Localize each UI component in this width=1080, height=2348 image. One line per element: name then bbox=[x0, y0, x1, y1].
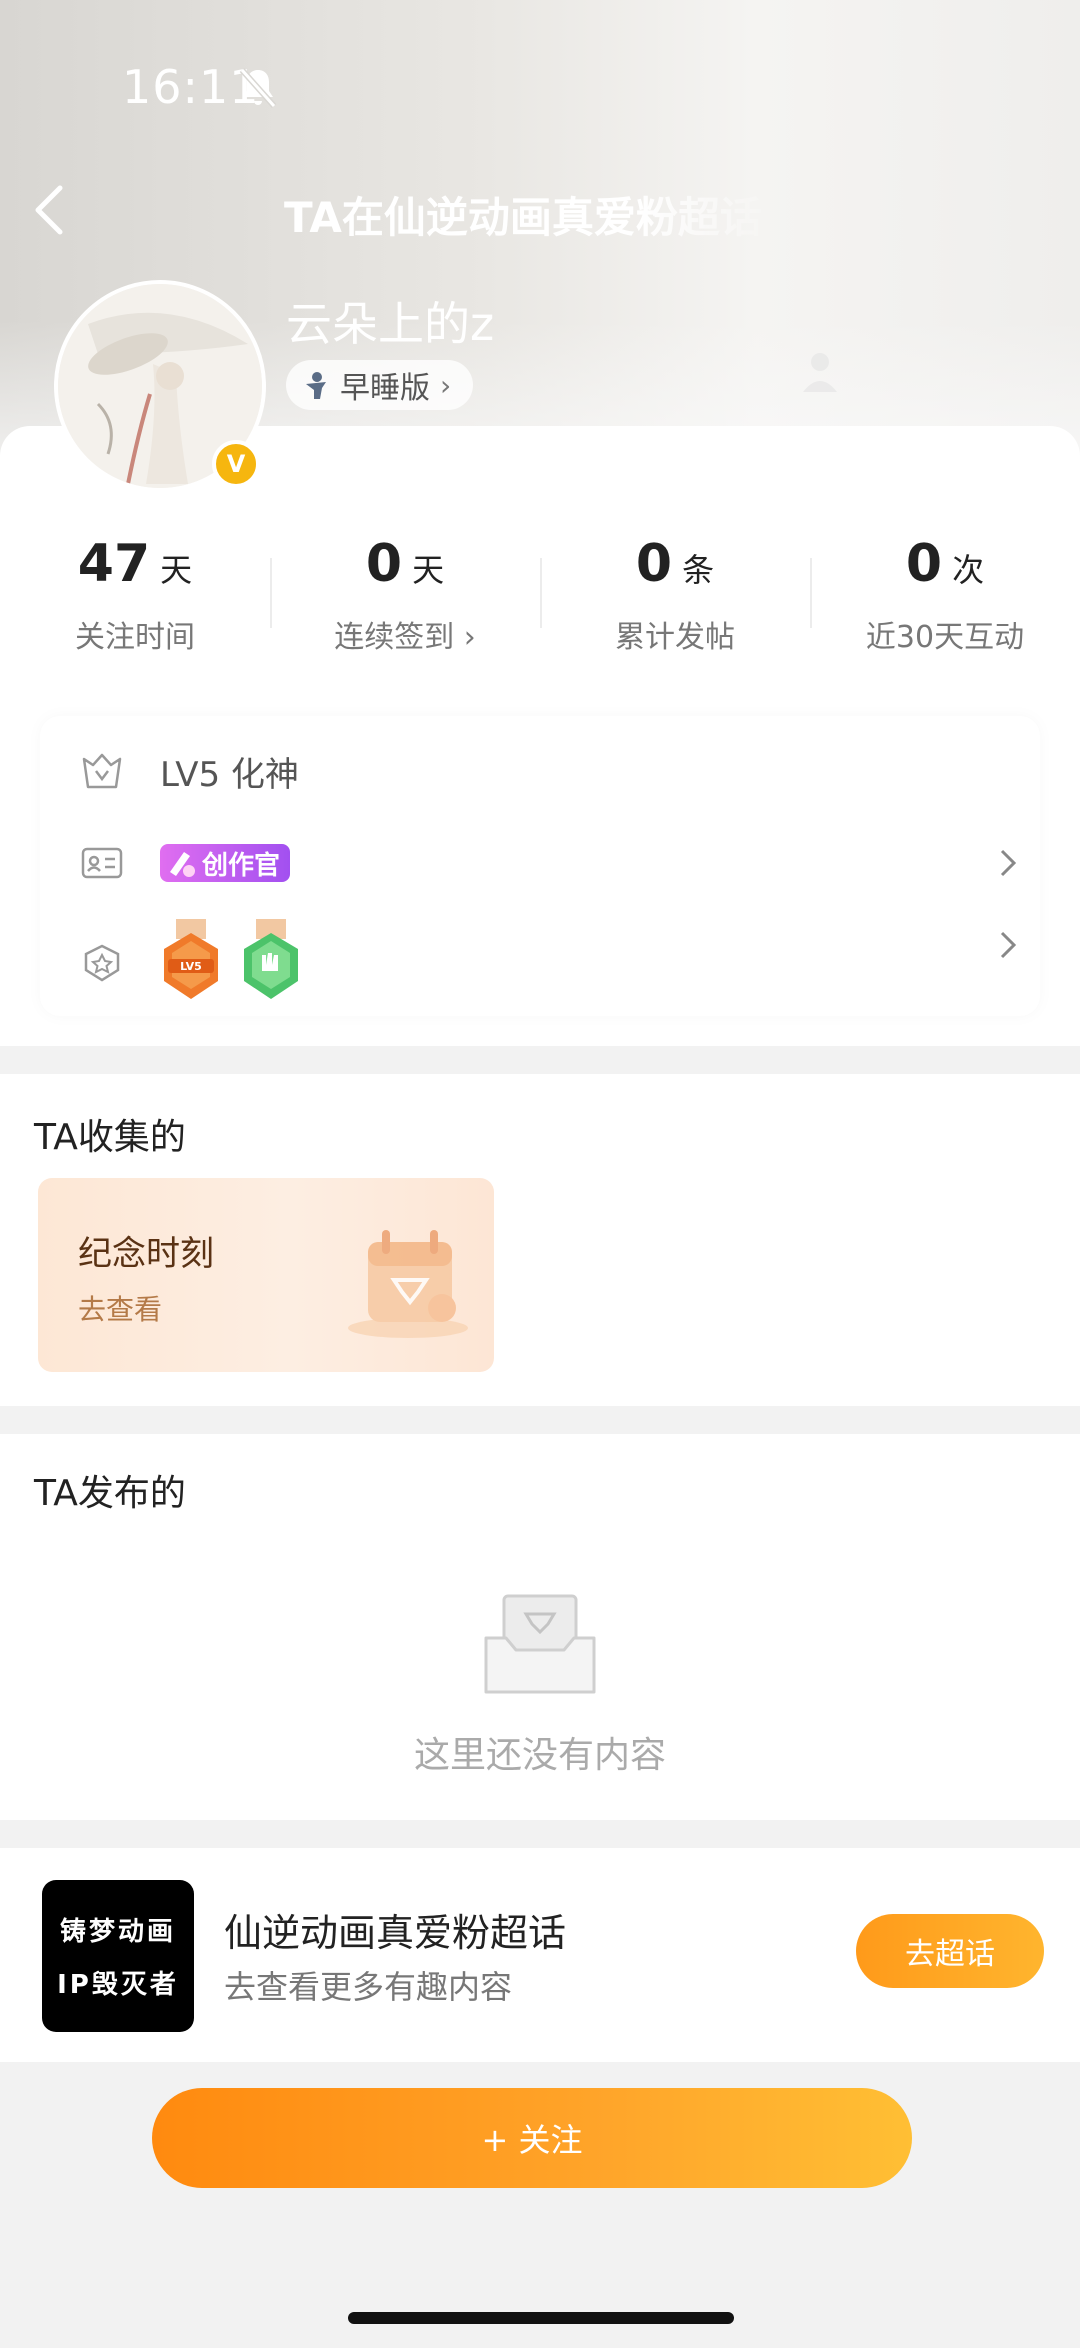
chevron-right-icon: › bbox=[440, 368, 452, 402]
stat-unit: 条 bbox=[682, 551, 715, 589]
lv5-medal-icon: LV5 bbox=[164, 919, 218, 999]
stat-value: 0 bbox=[635, 534, 673, 594]
crown-level-icon bbox=[82, 753, 122, 789]
bell-muted-icon bbox=[239, 68, 277, 108]
stat-interactions: 0次 近30天互动 bbox=[810, 534, 1080, 674]
stat-value: 47 bbox=[77, 534, 151, 594]
creator-row[interactable]: 创作官 bbox=[80, 828, 1020, 898]
go-topic-button[interactable]: 去超话 bbox=[856, 1914, 1044, 1988]
level-row: LV5 化神 bbox=[80, 736, 1020, 806]
page-title: TA在仙逆动画真爱粉超话 bbox=[284, 193, 762, 242]
profile-card: 47 天 关注时间 0天 连续签到 › 0条 累计发帖 0次 近30天互动 LV5… bbox=[0, 426, 1080, 1046]
stat-unit: 次 bbox=[952, 551, 985, 589]
chevron-right-icon bbox=[1000, 931, 1017, 959]
medal-lv-text: LV5 bbox=[180, 960, 202, 973]
stat-unit: 天 bbox=[412, 551, 445, 589]
creator-badge: 创作官 bbox=[160, 844, 291, 882]
memento-link: 去查看 bbox=[78, 1293, 163, 1326]
follow-button[interactable]: + 关注 bbox=[152, 2088, 912, 2188]
id-card-icon bbox=[81, 847, 123, 879]
username: 云朵上的z bbox=[286, 297, 495, 351]
topic-logo-line1: 铸梦动画 bbox=[59, 1917, 176, 1947]
stat-posts: 0条 累计发帖 bbox=[540, 534, 810, 674]
topic-section[interactable]: 铸梦动画 IP毁灭者 仙逆动画真爱粉超话 去查看更多有趣内容 去超话 bbox=[0, 1848, 1080, 2062]
stat-label: 关注时间 bbox=[75, 620, 195, 655]
home-indicator[interactable] bbox=[348, 2312, 734, 2324]
verified-v-icon: V bbox=[212, 440, 260, 488]
pen-hand-icon bbox=[170, 852, 195, 877]
follow-label: + 关注 bbox=[481, 2121, 583, 2159]
topic-logo-line2: IP毁灭者 bbox=[57, 1970, 179, 2000]
stat-label: 累计发帖 bbox=[615, 620, 735, 655]
stat-checkin-days[interactable]: 0天 连续签到 › bbox=[270, 534, 540, 674]
stat-value: 0 bbox=[905, 534, 943, 594]
tag-label: 早睡版 bbox=[340, 371, 430, 406]
creator-badge-label: 创作官 bbox=[202, 850, 281, 881]
topic-logo: 铸梦动画 IP毁灭者 bbox=[42, 1880, 194, 2032]
person-icon bbox=[803, 353, 837, 392]
stat-label: 连续签到 › bbox=[334, 620, 476, 655]
topic-name: 仙逆动画真爱粉超话 bbox=[224, 1911, 567, 1955]
stat-unit: 天 bbox=[160, 551, 193, 589]
back-arrow-icon[interactable] bbox=[28, 180, 72, 240]
person-tag-icon bbox=[306, 372, 326, 399]
memento-card[interactable]: 纪念时刻 去查看 bbox=[38, 1178, 494, 1372]
published-section: TA发布的 这里还没有内容 bbox=[0, 1434, 1080, 1820]
section-title: TA收集的 bbox=[34, 1117, 186, 1158]
empty-state-text: 这里还没有内容 bbox=[413, 1735, 666, 1776]
stat-value: 0 bbox=[365, 534, 403, 594]
chevron-right-icon bbox=[1000, 849, 1017, 877]
medal-row[interactable]: LV5 bbox=[80, 910, 1020, 1014]
sleep-tag-button[interactable]: 早睡版 › bbox=[286, 360, 474, 410]
empty-box-icon bbox=[484, 1594, 596, 1694]
memento-title: 纪念时刻 bbox=[78, 1234, 214, 1274]
info-card: LV5 化神 创作官 LV5 bbox=[40, 716, 1040, 1016]
collected-section: TA收集的 纪念时刻 去查看 bbox=[0, 1074, 1080, 1406]
level-text: LV5 化神 bbox=[160, 754, 299, 795]
calendar-illustration-icon bbox=[348, 1230, 468, 1338]
stat-follow-days: 47 天 关注时间 bbox=[0, 534, 270, 674]
topic-subtitle: 去查看更多有趣内容 bbox=[224, 1968, 513, 2006]
section-title: TA发布的 bbox=[34, 1473, 186, 1514]
stat-label: 近30天互动 bbox=[865, 620, 1025, 655]
green-medal-icon bbox=[244, 919, 298, 999]
badge-icon bbox=[84, 944, 120, 982]
stats-row: 47 天 关注时间 0天 连续签到 › 0条 累计发帖 0次 近30天互动 bbox=[0, 534, 1080, 674]
